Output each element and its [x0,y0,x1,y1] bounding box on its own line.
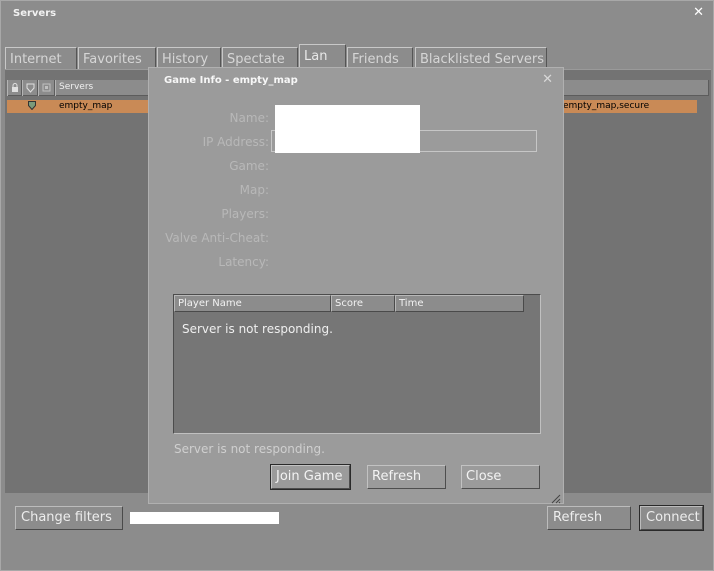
close-button[interactable]: Close [461,465,540,489]
window-close-icon[interactable]: ✕ [693,5,704,20]
name-ip-redacted [275,105,420,153]
status-redacted [130,512,279,524]
label-map: Map: [239,183,269,197]
tab-favorites[interactable]: Favorites [78,47,156,69]
dialog-refresh-button[interactable]: Refresh [367,465,446,489]
label-players: Players: [221,207,269,221]
server-tags: empty_map,secure [563,101,650,111]
change-filters-button[interactable]: Change filters [15,506,123,530]
label-vac: Valve Anti-Cheat: [165,231,269,245]
connect-button[interactable]: Connect [639,505,704,531]
label-ip-address: IP Address: [202,135,269,149]
column-player-name[interactable]: Player Name [174,295,331,312]
refresh-button[interactable]: Refresh [547,506,631,530]
lock-icon[interactable] [7,80,22,96]
server-name: empty_map [59,101,113,111]
tab-friends[interactable]: Friends [347,47,413,69]
column-score[interactable]: Score [331,295,395,312]
dialog-status-text: Server is not responding. [174,442,325,456]
column-time[interactable]: Time [395,295,524,312]
player-table-message: Server is not responding. [182,322,333,336]
tab-spectate[interactable]: Spectate [222,47,298,69]
tab-blacklisted-servers[interactable]: Blacklisted Servers [415,47,547,69]
window-title: Servers [13,8,57,19]
dialog-close-icon[interactable]: ✕ [542,72,553,87]
tab-internet[interactable]: Internet [5,47,77,69]
shield-icon [28,101,36,113]
label-latency: Latency: [218,255,269,269]
join-game-button[interactable]: Join Game [270,464,351,490]
resize-grip-icon[interactable] [549,489,561,504]
player-table: Player Name Score Time Server is not res… [173,294,541,434]
player-table-header: Player Name Score Time [174,295,524,312]
shield-icon[interactable] [22,80,38,96]
bots-icon[interactable] [38,80,55,96]
dialog-title: Game Info - empty_map [164,75,298,86]
bottom-bar: Change filters Refresh Connect [1,493,714,571]
game-info-dialog: Game Info - empty_map ✕ Name: IP Address… [148,67,564,504]
tab-history[interactable]: History [157,47,221,69]
label-game: Game: [229,159,269,173]
label-name: Name: [229,111,269,125]
